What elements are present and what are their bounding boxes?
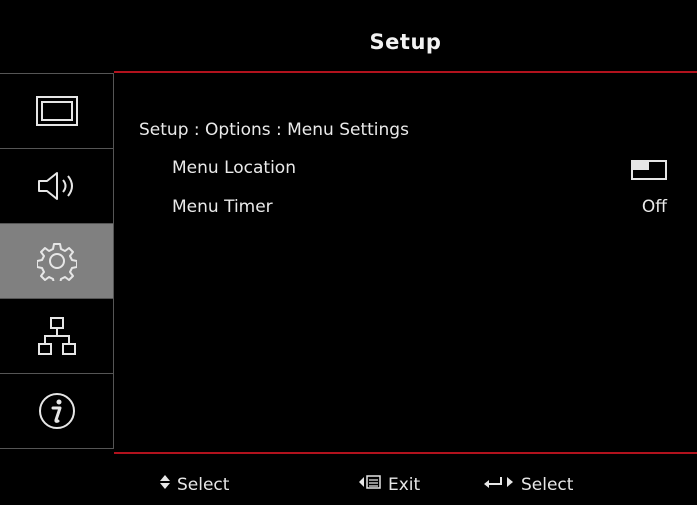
network-icon xyxy=(37,316,77,356)
hint-navigate: Select xyxy=(159,474,229,495)
speaker-icon xyxy=(35,169,79,203)
hint-exit: Exit xyxy=(358,474,420,495)
tab-network[interactable] xyxy=(0,299,114,374)
page-title: Setup xyxy=(369,30,442,54)
tab-info[interactable] xyxy=(0,374,114,449)
up-down-arrows-icon xyxy=(159,474,171,495)
menu-location-icon[interactable] xyxy=(631,160,667,180)
gear-icon xyxy=(36,241,77,281)
tab-setup[interactable] xyxy=(0,224,114,299)
info-icon xyxy=(37,391,77,431)
hint-select-label: Select xyxy=(177,474,230,495)
hint-exit-label: Exit xyxy=(388,474,421,495)
footer-hints: Select Exit Select xyxy=(114,452,697,505)
hint-enter-label: Select xyxy=(521,474,574,495)
hint-enter: Select xyxy=(483,474,573,495)
menu-header: Setup xyxy=(114,15,697,73)
menu-location-label[interactable]: Menu Location xyxy=(172,158,296,178)
menu-back-icon xyxy=(358,474,382,495)
menu-timer-value[interactable]: Off xyxy=(642,197,667,217)
menu-timer-label[interactable]: Menu Timer xyxy=(172,197,273,217)
sidebar xyxy=(0,73,114,451)
tab-display[interactable] xyxy=(0,74,114,149)
breadcrumb: Setup : Options : Menu Settings xyxy=(139,120,409,140)
display-icon xyxy=(35,95,79,127)
enter-icon xyxy=(483,474,515,495)
tab-audio[interactable] xyxy=(0,149,114,224)
